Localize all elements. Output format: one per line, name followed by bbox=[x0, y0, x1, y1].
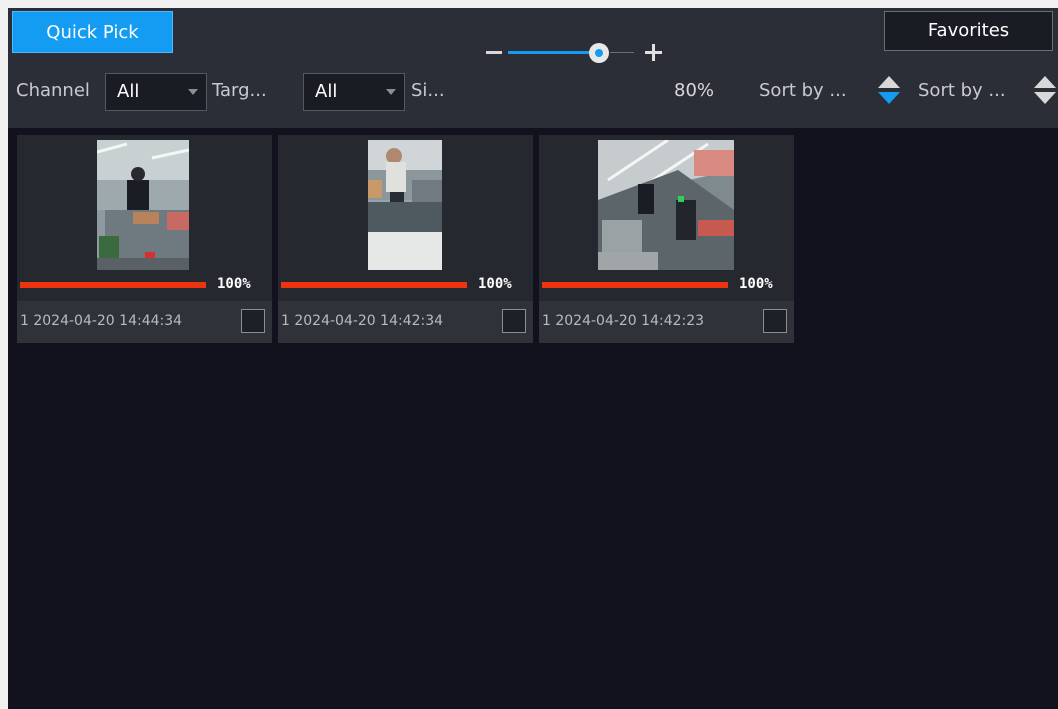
zoom-out-icon[interactable] bbox=[486, 51, 502, 54]
card-footer: 1 2024-04-20 14:44:34 bbox=[17, 301, 272, 343]
snapshot-image bbox=[97, 140, 189, 270]
channel-select-value: All bbox=[117, 81, 140, 102]
tab-bar: Quick Pick Favorites bbox=[8, 8, 1058, 56]
target-select[interactable]: All bbox=[303, 73, 405, 111]
zoom-slider-track[interactable] bbox=[610, 52, 634, 53]
size-label: Si... bbox=[411, 80, 445, 101]
result-card[interactable]: 100% 1 2024-04-20 14:42:23 bbox=[539, 135, 794, 343]
snapshot-image bbox=[598, 140, 734, 270]
tab-favorites[interactable]: Favorites bbox=[884, 11, 1053, 51]
chevron-down-icon bbox=[386, 89, 396, 95]
progress-percent: 100% bbox=[217, 276, 251, 292]
select-checkbox[interactable] bbox=[763, 309, 787, 333]
snapshot-timestamp: 1 2024-04-20 14:42:34 bbox=[281, 313, 444, 329]
snapshot-timestamp: 1 2024-04-20 14:42:23 bbox=[542, 313, 705, 329]
select-checkbox[interactable] bbox=[502, 309, 526, 333]
chevron-down-icon bbox=[188, 89, 198, 95]
sort-ascending-icon[interactable] bbox=[878, 76, 900, 88]
channel-select[interactable]: All bbox=[105, 73, 207, 111]
result-card[interactable]: 100% 1 2024-04-20 14:44:34 bbox=[17, 135, 272, 343]
sort-ascending-icon[interactable] bbox=[1034, 76, 1056, 88]
sort-descending-icon[interactable] bbox=[1034, 92, 1056, 104]
progress-bar bbox=[281, 282, 467, 288]
progress-bar bbox=[542, 282, 728, 288]
sort-descending-icon[interactable] bbox=[878, 92, 900, 104]
target-select-value: All bbox=[315, 81, 338, 102]
channel-label: Channel bbox=[16, 80, 90, 101]
quick-pick-window: Quick Pick Favorites Channel All Targ...… bbox=[8, 8, 1058, 709]
card-footer: 1 2024-04-20 14:42:34 bbox=[278, 301, 533, 343]
snapshot-timestamp: 1 2024-04-20 14:44:34 bbox=[20, 313, 183, 329]
target-label: Targ... bbox=[212, 80, 267, 101]
progress-percent: 100% bbox=[739, 276, 773, 292]
tab-quick-pick[interactable]: Quick Pick bbox=[12, 11, 173, 53]
zoom-slider-fill[interactable] bbox=[508, 51, 592, 54]
sort-icon[interactable] bbox=[1034, 74, 1056, 110]
filter-bar: Channel All Targ... All Si... bbox=[8, 56, 1058, 128]
sort-by-label-2[interactable]: Sort by ... bbox=[918, 80, 1006, 101]
zoom-percent: 80% bbox=[674, 80, 715, 101]
result-card[interactable]: 100% 1 2024-04-20 14:42:34 bbox=[278, 135, 533, 343]
snapshot-thumbnail[interactable] bbox=[368, 140, 442, 270]
snapshot-thumbnail[interactable] bbox=[97, 140, 189, 270]
progress-bar bbox=[20, 282, 206, 288]
snapshot-thumbnail[interactable] bbox=[598, 140, 734, 270]
sort-by-label-1[interactable]: Sort by ... bbox=[759, 80, 847, 101]
progress-percent: 100% bbox=[478, 276, 512, 292]
zoom-slider-handle[interactable] bbox=[589, 43, 609, 63]
snapshot-image bbox=[368, 140, 442, 270]
card-footer: 1 2024-04-20 14:42:23 bbox=[539, 301, 794, 343]
sort-icon[interactable] bbox=[878, 74, 900, 110]
zoom-in-icon-vertical[interactable] bbox=[652, 44, 655, 61]
select-checkbox[interactable] bbox=[241, 309, 265, 333]
